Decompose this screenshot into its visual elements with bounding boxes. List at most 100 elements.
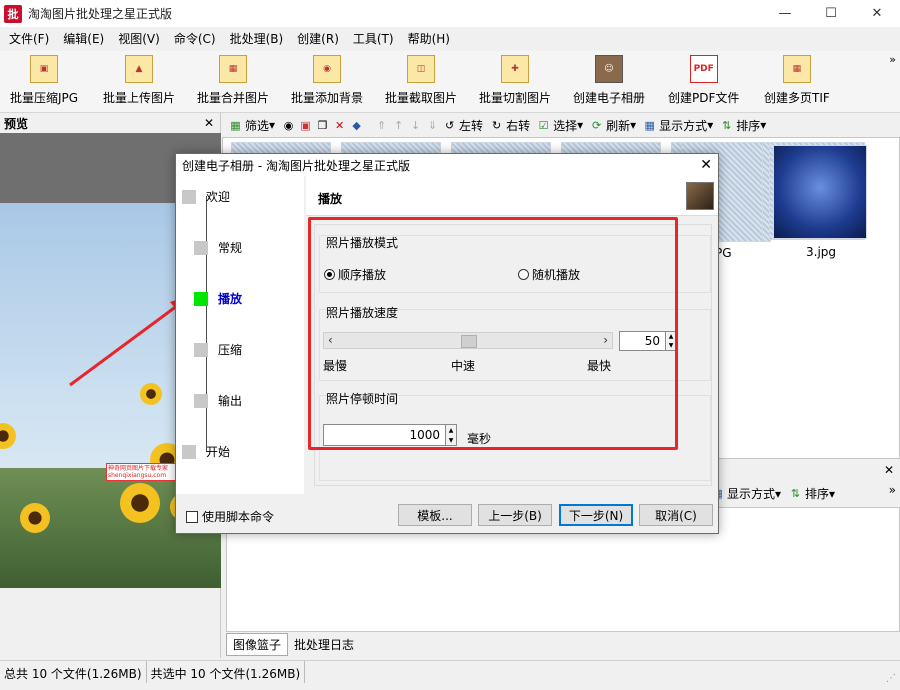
wizard-step-output[interactable]: 输出 <box>182 392 242 409</box>
app-icon: 批 <box>4 4 22 23</box>
move-down-icon[interactable]: ↓ <box>408 118 423 133</box>
dialog-footer: 使用脚本命令 模板... 上一步(B) 下一步(N) 取消(C) <box>176 494 718 534</box>
create-pdf-label: 创建PDF文件 <box>668 91 740 105</box>
merge-button[interactable]: ▦ 批量合并图片 <box>197 55 269 106</box>
script-command-label: 使用脚本命令 <box>202 510 275 524</box>
sort-label: 排序 <box>736 118 761 133</box>
wizard-step-play[interactable]: 播放 <box>182 290 242 307</box>
tab-batch-log[interactable]: 批处理日志 <box>288 634 360 655</box>
toolbar-overflow-icon[interactable]: » <box>889 53 896 66</box>
wizard-step-start[interactable]: 开始 <box>182 443 230 460</box>
step-label-active: 播放 <box>218 292 243 306</box>
sort-button[interactable]: ⇅ 排序 ▾ <box>719 117 766 134</box>
paste-icon[interactable]: ◆ <box>349 118 364 133</box>
main-toolbar: ▣ 批量压缩JPG ▲ 批量上传图片 ▦ 批量合并图片 ◉ 批量添加背景 ◫ 批… <box>0 51 900 113</box>
menu-file[interactable]: 文件(F) <box>2 27 56 51</box>
maximize-icon[interactable]: ☐ <box>808 0 854 27</box>
cancel-button[interactable]: 取消(C) <box>639 504 713 526</box>
move-up-icon[interactable]: ↑ <box>391 118 406 133</box>
chevron-down-icon: ▾ <box>829 486 836 501</box>
menu-edit[interactable]: 编辑(E) <box>56 27 111 51</box>
menu-view[interactable]: 视图(V) <box>111 27 167 51</box>
lower-sort-button[interactable]: ⇅ 排序 ▾ <box>788 485 835 502</box>
refresh-icon: ⟳ <box>592 118 602 132</box>
rotate-right-label: 右转 <box>506 118 531 133</box>
select-button[interactable]: ☑ 选择 ▾ <box>536 117 583 134</box>
sunflower <box>20 503 50 533</box>
rotate-left-label: 左转 <box>459 118 484 133</box>
wizard-step-general[interactable]: 常规 <box>182 239 242 256</box>
refresh-button[interactable]: ⟳ 刷新 ▾ <box>589 117 636 134</box>
wizard-step-compress[interactable]: 压缩 <box>182 341 242 358</box>
create-pdf-button[interactable]: PDF 创建PDF文件 <box>668 55 739 106</box>
create-tif-label: 创建多页TIF <box>764 91 830 105</box>
menu-command[interactable]: 命令(C) <box>167 27 223 51</box>
split-label: 批量切割图片 <box>479 91 552 105</box>
upload-label: 批量上传图片 <box>103 91 176 105</box>
delete-icon[interactable]: ✕ <box>332 118 347 133</box>
create-album-label: 创建电子相册 <box>573 91 646 105</box>
create-album-button[interactable]: ☺ 创建电子相册 <box>573 55 645 106</box>
album-icon <box>686 182 714 210</box>
file-toolbar: ▦ 筛选 ▾ ◉ ▣ ❐ ✕ ◆ ⇑ ↑ ↓ ⇓ ↺ 左转 ↻ 右转 ☑ 选择 ▾ ⟳ 刷新… <box>222 113 900 137</box>
chevron-down-icon: ▾ <box>775 486 782 501</box>
wizard-nav-line <box>206 196 207 452</box>
rotate-right-button[interactable]: ↻ 右转 <box>489 117 530 134</box>
template-button[interactable]: 模板... <box>398 504 472 526</box>
display-mode-button[interactable]: ▦ 显示方式 ▾ <box>642 117 713 134</box>
menu-help[interactable]: 帮助(H) <box>401 27 457 51</box>
create-tif-button[interactable]: ▦ 创建多页TIF <box>764 55 830 106</box>
background-icon: ◉ <box>313 55 341 83</box>
menu-batch[interactable]: 批处理(B) <box>223 27 291 51</box>
preview-header: 预览 ✕ <box>0 113 220 133</box>
red-highlight-box <box>308 217 678 450</box>
dialog-close-icon[interactable]: ✕ <box>700 157 712 173</box>
add-background-button[interactable]: ◉ 批量添加背景 <box>291 55 363 106</box>
next-button[interactable]: 下一步(N) <box>559 504 633 526</box>
lower-panel-close-icon[interactable]: ✕ <box>884 463 894 477</box>
menu-create[interactable]: 创建(R) <box>290 27 346 51</box>
split-button[interactable]: ✚ 批量切割图片 <box>479 55 551 106</box>
script-command-checkbox[interactable]: 使用脚本命令 <box>186 508 274 525</box>
select-label: 选择 <box>553 118 578 133</box>
eye-icon[interactable]: ◉ <box>281 118 296 133</box>
window-controls: — ☐ ✕ <box>762 0 900 27</box>
step-label: 开始 <box>206 445 231 459</box>
close-icon[interactable]: ✕ <box>854 0 900 27</box>
compress-jpg-button[interactable]: ▣ 批量压缩JPG <box>10 55 78 106</box>
preview-title: 预览 <box>4 116 29 131</box>
status-total: 总共 10 个文件(1.26MB) <box>0 661 147 683</box>
prev-button[interactable]: 上一步(B) <box>478 504 552 526</box>
add-background-label: 批量添加背景 <box>291 91 364 105</box>
thumbnail-moon-image[interactable] <box>773 145 867 239</box>
crop-icon: ◫ <box>407 55 435 83</box>
rotate-left-button[interactable]: ↺ 左转 <box>442 117 483 134</box>
merge-label: 批量合并图片 <box>197 91 270 105</box>
wizard-step-welcome[interactable]: 欢迎 <box>182 188 230 205</box>
step-marker-active <box>194 291 208 306</box>
refresh-label: 刷新 <box>606 118 631 133</box>
upload-button[interactable]: ▲ 批量上传图片 <box>103 55 175 106</box>
display-mode-label: 显示方式 <box>659 118 708 133</box>
copy-icon[interactable]: ❐ <box>315 118 330 133</box>
sunflower <box>120 483 160 523</box>
tab-image-basket[interactable]: 图像篮子 <box>226 632 289 656</box>
crop-button[interactable]: ◫ 批量截取图片 <box>385 55 457 106</box>
move-bottom-icon[interactable]: ⇓ <box>425 118 440 133</box>
filter-button[interactable]: ▦ 筛选 ▾ <box>228 117 275 134</box>
step-label: 欢迎 <box>206 190 231 204</box>
menu-tools[interactable]: 工具(T) <box>346 27 401 51</box>
step-label: 常规 <box>218 241 243 255</box>
lower-display-mode-button[interactable]: ▦显示方式▾ <box>710 485 781 502</box>
step-label: 压缩 <box>218 343 243 357</box>
lower-toolbar-overflow-icon[interactable]: » <box>889 483 896 497</box>
wizard-nav: 欢迎 常规 播放 压缩 输出 开始 <box>176 176 304 494</box>
image-icon[interactable]: ▣ <box>298 118 313 133</box>
move-top-icon[interactable]: ⇑ <box>374 118 389 133</box>
compress-jpg-label: 批量压缩JPG <box>10 91 79 105</box>
preview-close-icon[interactable]: ✕ <box>204 116 214 130</box>
wizard-page-header: 播放 <box>306 176 718 216</box>
minimize-icon[interactable]: — <box>762 0 808 27</box>
resize-grip-icon[interactable]: ⋰ <box>886 673 896 684</box>
sort-icon: ⇅ <box>722 118 732 132</box>
